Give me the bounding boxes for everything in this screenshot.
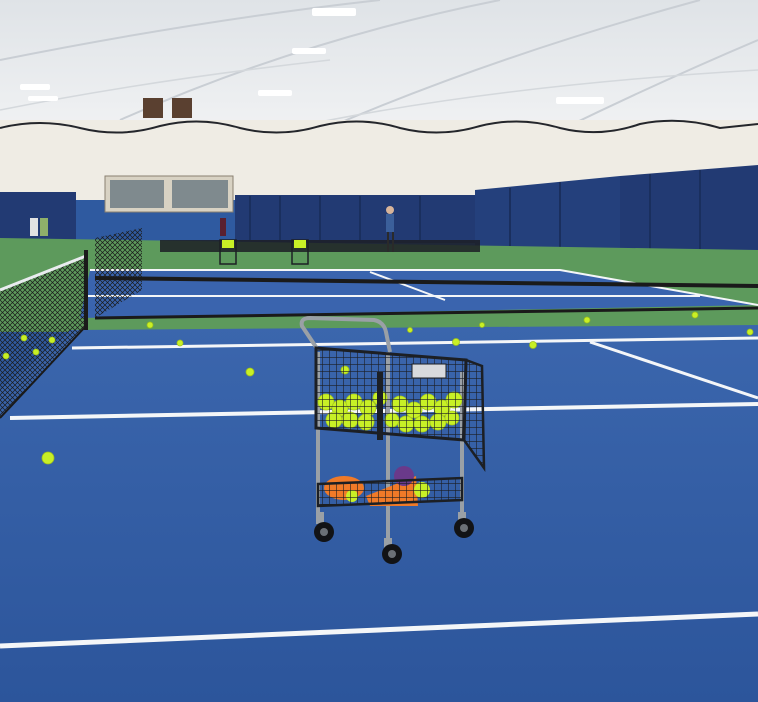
cart-bottom-basket: [316, 476, 464, 508]
cart-top-basket: [314, 346, 468, 442]
indoor-tennis-scene: [0, 0, 758, 702]
scene-svg: [0, 0, 758, 702]
